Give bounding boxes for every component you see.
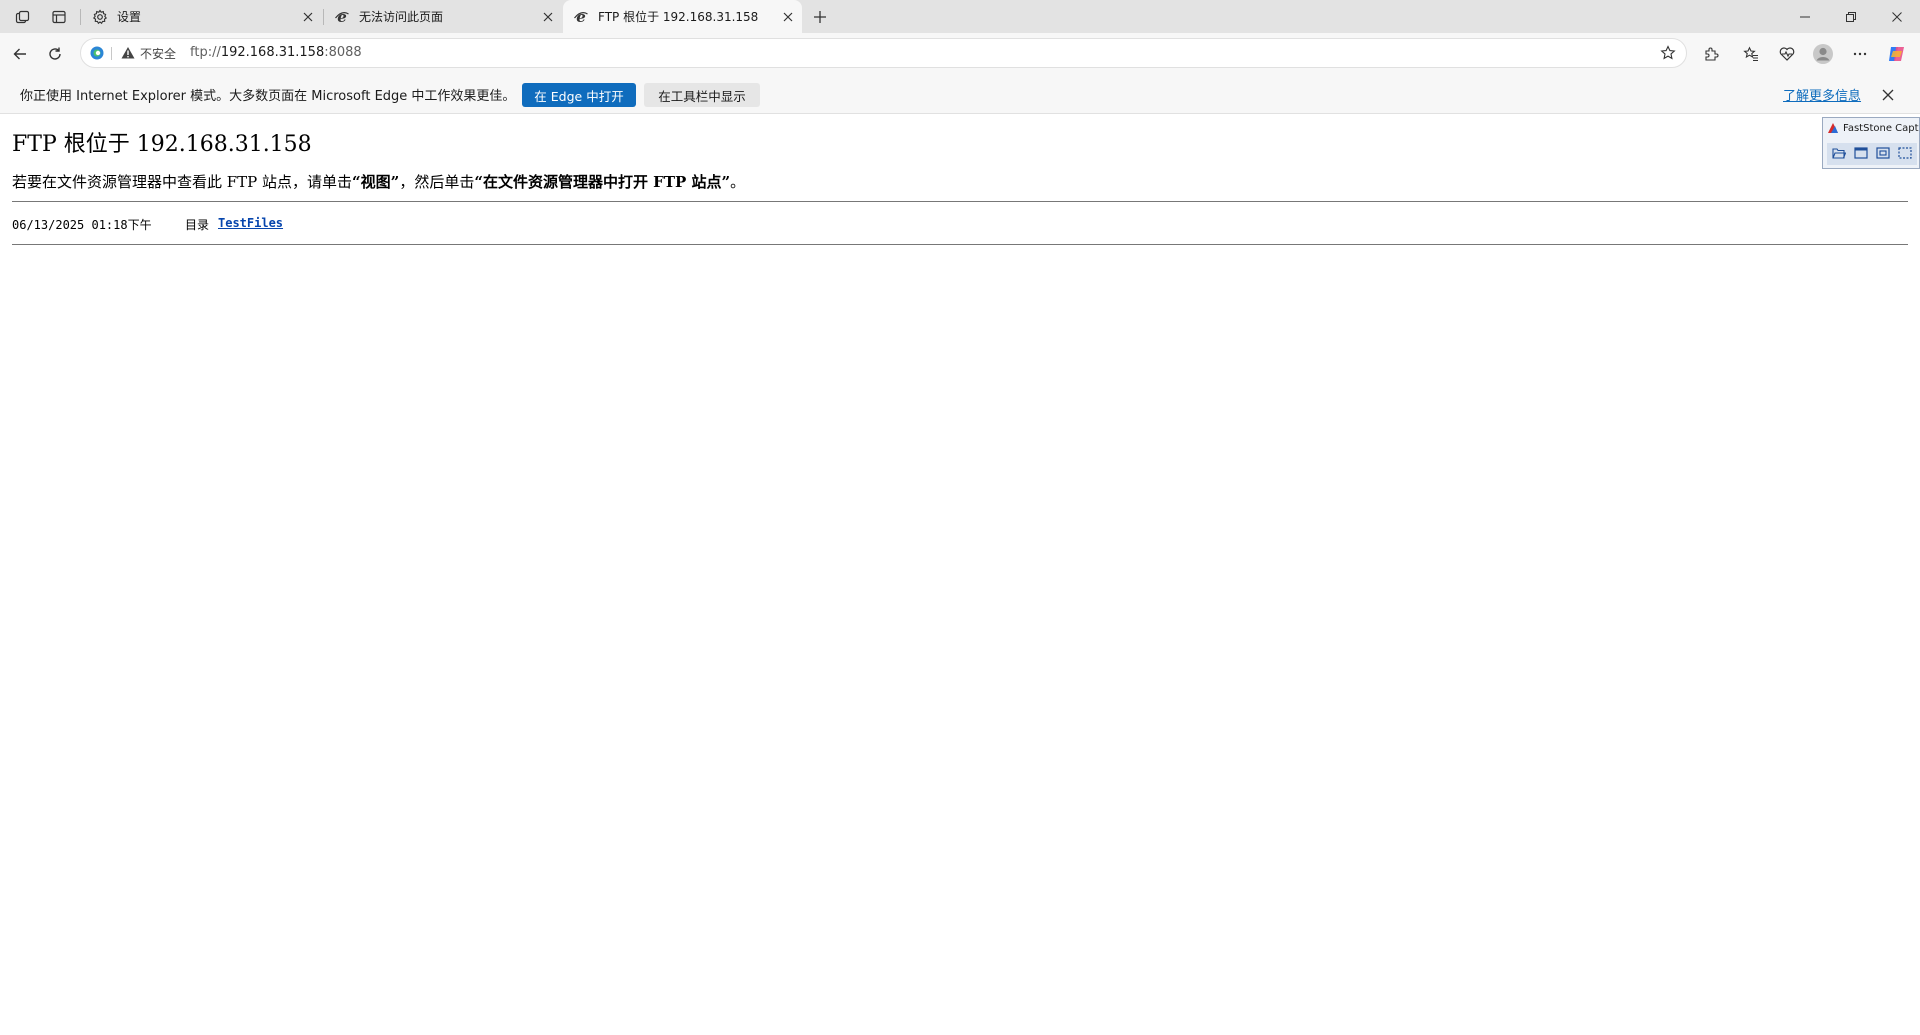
page-content: FTP 根位于 192.168.31.158 若要在文件资源管理器中查看此 FT… [0,114,1920,1035]
url-port: :8088 [324,45,362,60]
restore-button[interactable] [1828,0,1874,33]
url-scheme: ftp:// [190,45,221,60]
infobar-message: 你正使用 Internet Explorer 模式。大多数页面在 Microso… [20,89,516,104]
instruction-view: “视图” [352,173,400,191]
browser-toolbar: 不安全 ftp://192.168.31.158:8088 [0,33,1920,74]
tab-ftp-root[interactable]: e FTP 根位于 192.168.31.158 [563,0,802,33]
browser-essentials-icon[interactable] [1772,39,1802,69]
warning-icon[interactable] [121,46,135,60]
learn-more-link[interactable]: 了解更多信息 [1783,85,1861,104]
open-folder-icon[interactable] [1830,144,1848,162]
tab-separator [80,9,81,25]
tab-strip: 设置 e 无法访问此页面 e FTP 根位于 192.168.31.158 [0,0,1920,33]
faststone-toolbar [1827,143,1917,165]
svg-text:e: e [576,9,586,25]
instruction-prefix: 若要在文件资源管理器中查看此 FTP 站点，请单击 [12,173,353,191]
tab-cannot-reach[interactable]: e 无法访问此页面 [324,0,562,33]
instruction-text: 若要在文件资源管理器中查看此 FTP 站点，请单击“视图”，然后单击“在文件资源… [12,171,745,192]
edge-ie-mode-icon[interactable] [89,45,105,61]
url-text[interactable]: ftp://192.168.31.158:8088 [190,45,362,60]
tab-title: 无法访问此页面 [359,10,444,24]
address-separator [111,47,112,60]
favorites-icon[interactable] [1736,39,1766,69]
close-window-button[interactable] [1874,0,1920,33]
refresh-button[interactable] [40,39,70,69]
favorite-star-icon[interactable] [1660,45,1676,61]
tab-actions-icon[interactable] [44,4,74,30]
capture-window-icon[interactable] [1852,144,1870,162]
instruction-suffix: 。 [730,173,746,191]
close-tab-icon[interactable] [534,3,562,31]
capture-region-icon[interactable] [1896,144,1914,162]
tab-settings[interactable]: 设置 [82,0,322,33]
ie-icon: e [573,9,589,25]
divider [12,201,1908,202]
entry-date: 06/13/2025 01:18下午 [12,218,152,232]
gear-icon [92,9,108,25]
back-button[interactable] [5,39,35,69]
tab-title: 设置 [117,10,142,24]
faststone-capture-widget[interactable]: FastStone Capt [1822,117,1920,169]
list-item: 06/13/2025 01:18下午 目录 TestFiles [12,216,283,233]
close-infobar-icon[interactable] [1876,83,1900,107]
more-options-icon[interactable] [1845,39,1875,69]
open-in-edge-button[interactable]: 在 Edge 中打开 [522,83,636,107]
divider [12,244,1908,245]
entry-type: 目录 [185,218,210,232]
svg-text:e: e [337,9,347,25]
page-title: FTP 根位于 192.168.31.158 [12,132,312,157]
ie-mode-infobar: 你正使用 Internet Explorer 模式。大多数页面在 Microso… [0,74,1920,114]
close-tab-icon[interactable] [294,3,322,31]
profile-avatar[interactable] [1808,39,1838,69]
url-host: 192.168.31.158 [220,45,325,60]
faststone-title: FastStone Capt [1827,122,1919,134]
extensions-icon[interactable] [1696,39,1726,69]
security-label[interactable]: 不安全 [140,45,176,62]
faststone-title-text: FastStone Capt [1843,122,1919,134]
minimize-button[interactable] [1782,0,1828,33]
address-bar[interactable]: 不安全 ftp://192.168.31.158:8088 [80,38,1687,68]
instruction-open: “在文件资源管理器中打开 FTP 站点” [474,173,731,191]
capture-object-icon[interactable] [1874,144,1892,162]
tab-title: FTP 根位于 192.168.31.158 [598,10,759,24]
directory-link[interactable]: TestFiles [218,216,283,230]
faststone-logo-icon [1828,123,1838,133]
close-tab-icon[interactable] [774,3,802,31]
instruction-middle: ，然后单击 [399,173,475,191]
show-in-toolbar-button[interactable]: 在工具栏中显示 [644,83,760,107]
copilot-icon[interactable] [1882,39,1912,69]
workspaces-icon[interactable] [8,4,38,30]
ie-icon: e [334,9,350,25]
new-tab-button[interactable] [806,4,834,30]
